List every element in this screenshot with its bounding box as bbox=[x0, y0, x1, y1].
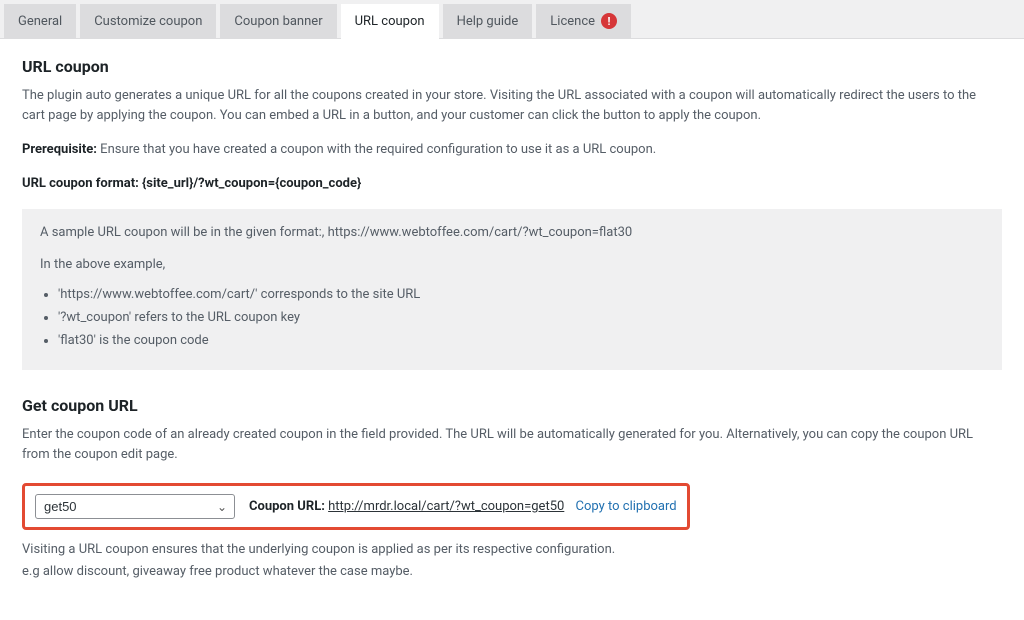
alert-icon: ! bbox=[601, 13, 617, 29]
prerequisite-label: Prerequisite: bbox=[22, 142, 97, 157]
tab-general[interactable]: General bbox=[4, 4, 76, 38]
heading-get-coupon-url: Get coupon URL bbox=[22, 396, 1002, 415]
sample-line-2: In the above example, bbox=[40, 255, 984, 275]
prerequisite-text: Prerequisite: Ensure that you have creat… bbox=[22, 140, 1002, 160]
visit-note-1: Visiting a URL coupon ensures that the u… bbox=[22, 540, 1002, 560]
sample-bullet-2: '?wt_coupon' refers to the URL coupon ke… bbox=[58, 310, 984, 325]
coupon-url-label: Coupon URL: bbox=[249, 499, 325, 514]
coupon-url-group: Coupon URL: http://mrdr.local/cart/?wt_c… bbox=[249, 499, 677, 514]
tab-url-coupon[interactable]: URL coupon bbox=[341, 4, 439, 39]
panel-url-coupon: URL coupon The plugin auto generates a u… bbox=[0, 39, 1024, 620]
tab-licence[interactable]: Licence ! bbox=[536, 4, 631, 38]
coupon-select[interactable] bbox=[35, 494, 235, 519]
tab-coupon-banner[interactable]: Coupon banner bbox=[220, 4, 336, 38]
sample-list: 'https://www.webtoffee.com/cart/' corres… bbox=[40, 287, 984, 348]
sample-box: A sample URL coupon will be in the given… bbox=[22, 209, 1002, 370]
sample-bullet-1: 'https://www.webtoffee.com/cart/' corres… bbox=[58, 287, 984, 302]
coupon-select-wrap: ⌄ bbox=[35, 494, 235, 519]
sample-bullet-3: 'flat30' is the coupon code bbox=[58, 333, 984, 348]
tab-customize-coupon[interactable]: Customize coupon bbox=[80, 4, 216, 38]
desc-get-coupon-url: Enter the coupon code of an already crea… bbox=[22, 425, 1002, 465]
copy-to-clipboard-link[interactable]: Copy to clipboard bbox=[576, 499, 677, 514]
heading-url-coupon: URL coupon bbox=[22, 57, 1002, 76]
coupon-url-highlight: ⌄ Coupon URL: http://mrdr.local/cart/?wt… bbox=[22, 483, 690, 530]
url-format-text: URL coupon format: {site_url}/?wt_coupon… bbox=[22, 174, 1002, 194]
desc-url-coupon: The plugin auto generates a unique URL f… bbox=[22, 86, 1002, 126]
visit-note-2: e.g allow discount, giveaway free produc… bbox=[22, 562, 1002, 582]
sample-line-1: A sample URL coupon will be in the given… bbox=[40, 223, 984, 243]
coupon-url-link[interactable]: http://mrdr.local/cart/?wt_coupon=get50 bbox=[328, 499, 564, 514]
tab-help-guide[interactable]: Help guide bbox=[443, 4, 533, 38]
tab-bar: General Customize coupon Coupon banner U… bbox=[0, 0, 1024, 39]
